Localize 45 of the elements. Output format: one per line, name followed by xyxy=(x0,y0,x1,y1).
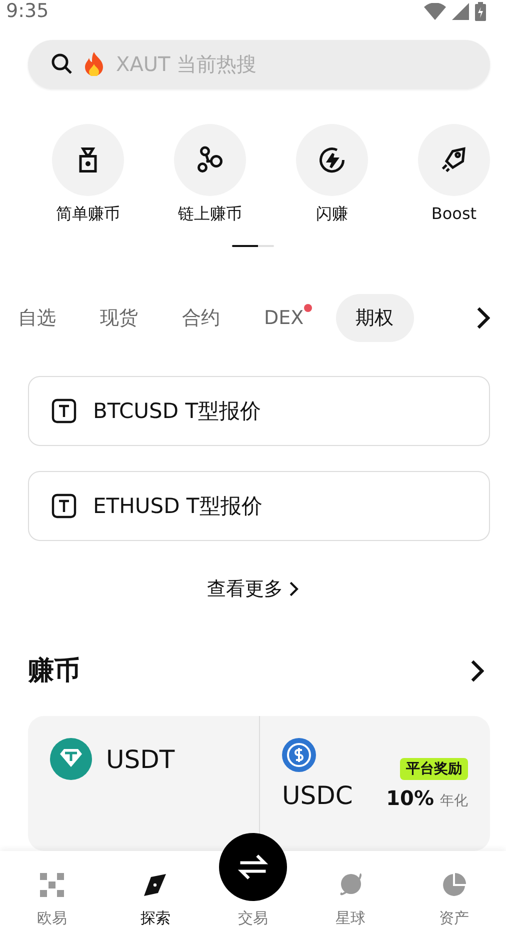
chevron-right-icon xyxy=(289,581,299,598)
quote-card[interactable]: ETHUSD T型报价 xyxy=(28,471,490,542)
market-tab[interactable]: 期权 xyxy=(336,294,414,342)
nav-tab[interactable]: 探索 xyxy=(104,851,208,938)
chevron-right-icon xyxy=(470,658,484,683)
apy-unit: 年化 xyxy=(440,792,468,810)
search-field[interactable]: XAUT 当前热搜 xyxy=(28,40,490,89)
view-more-link[interactable]: 查看更多 xyxy=(201,575,305,604)
shortcut-button[interactable]: 简单赚币 xyxy=(44,124,132,225)
checker-icon xyxy=(40,873,64,897)
market-tab[interactable]: 自选 xyxy=(6,294,68,342)
t-box-icon xyxy=(51,493,77,520)
market-tab[interactable]: 现货 xyxy=(88,294,150,342)
shortcut-button[interactable]: 链上赚币 xyxy=(166,124,254,225)
compass-icon xyxy=(143,873,168,897)
shortcut-button[interactable]: Boost xyxy=(410,124,498,225)
lightning-circle-icon xyxy=(317,144,347,175)
t-box-icon xyxy=(51,398,77,424)
market-tab[interactable]: 合约 xyxy=(170,294,232,342)
nav-tab[interactable]: 星球 xyxy=(298,851,402,938)
coin-symbol: USDC xyxy=(282,781,353,810)
nav-tab[interactable]: 欧易 xyxy=(0,851,104,938)
pie-chart-icon xyxy=(442,873,466,897)
search-icon xyxy=(50,52,74,76)
reward-badge: 平台奖励 xyxy=(400,758,468,780)
coin-symbol: USDT xyxy=(106,744,175,774)
nav-tab[interactable]: 交易 xyxy=(238,909,268,928)
shortcut-button[interactable]: 闪赚 xyxy=(288,124,376,225)
flame-icon xyxy=(84,52,104,76)
search-input[interactable]: XAUT 当前热搜 xyxy=(114,51,468,78)
battery-icon xyxy=(475,2,486,20)
section-title: 赚币 xyxy=(28,655,80,688)
market-tab[interactable]: DEX xyxy=(252,294,316,342)
nodes-icon xyxy=(195,144,225,175)
chevron-right-icon xyxy=(476,306,490,330)
usdc-coin-icon xyxy=(282,738,316,772)
quote-card[interactable]: BTCUSD T型报价 xyxy=(28,376,490,446)
apy-rate: 10% xyxy=(386,786,434,810)
nav-tab[interactable]: 资产 xyxy=(402,851,506,938)
planet-icon xyxy=(338,871,364,897)
status-time: 9:35 xyxy=(6,0,49,22)
earn-card[interactable]: USDT USDC 平台奖励 10% 年化 xyxy=(28,716,490,851)
wifi-icon xyxy=(424,2,446,20)
signal-icon xyxy=(452,2,469,20)
tether-coin-icon xyxy=(50,738,92,780)
